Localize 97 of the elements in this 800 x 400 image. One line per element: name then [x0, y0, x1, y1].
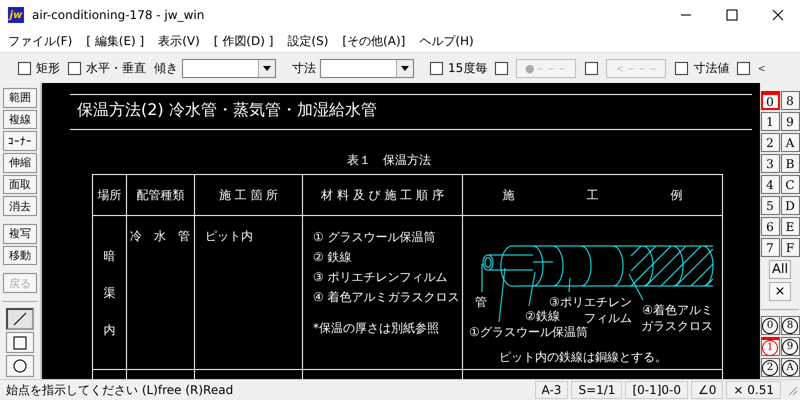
layer-button[interactable]: B: [780, 154, 800, 173]
procedure-step: ① グラスウール保温筒: [313, 227, 436, 247]
layer-button[interactable]: 0: [760, 91, 780, 110]
rect-tool-button[interactable]: [6, 332, 34, 354]
column-header: 施 工 箇 所: [195, 175, 303, 216]
column-header: 施 工 例: [463, 175, 723, 216]
checkbox-label: 矩形: [36, 60, 60, 76]
drawing-label: 管: [475, 294, 487, 310]
column-header: 材 料 及 び 施 工 順 序: [303, 175, 463, 216]
layer-group-button[interactable]: A: [780, 358, 800, 377]
layer-button[interactable]: 8: [780, 91, 800, 110]
tool-button[interactable]: 移動: [3, 246, 37, 266]
window-title: air-conditioning-178 - jw_win: [32, 8, 204, 22]
line-tool-button[interactable]: [6, 308, 34, 330]
dropdown-field[interactable]: [182, 58, 276, 78]
layer-button[interactable]: 5: [760, 196, 780, 215]
table-cell: ピット内: [205, 229, 253, 243]
layer-group-button[interactable]: 2: [760, 358, 780, 377]
checkbox[interactable]: [430, 62, 443, 74]
line-icon: [13, 312, 27, 326]
checkbox[interactable]: [585, 62, 598, 74]
menu-item[interactable]: [ 作図(D) ]: [214, 32, 274, 50]
status-field: S=1/1: [571, 381, 622, 399]
menu-item[interactable]: [ 編集(E) ]: [86, 32, 144, 50]
menu-item[interactable]: ヘルプ(H): [419, 32, 474, 50]
layer-group-button[interactable]: 0: [760, 316, 780, 335]
drawing-label: ガラスクロス: [641, 318, 713, 334]
layer-group-button[interactable]: 9: [780, 337, 800, 356]
close-icon[interactable]: [772, 9, 784, 21]
drawing-label: ②鉄線: [525, 308, 560, 324]
menu-item[interactable]: [その他(A)]: [342, 32, 406, 50]
circle-icon: [13, 359, 27, 374]
tool-button[interactable]: 伸縮: [3, 153, 37, 173]
column-header: 場所: [93, 175, 127, 216]
caret-icon: [263, 66, 271, 70]
tool-button[interactable]: 面取: [3, 174, 37, 194]
tool-button[interactable]: 複写: [3, 224, 37, 244]
tool-button[interactable]: 消去: [3, 196, 37, 216]
layer-button[interactable]: 2: [760, 133, 780, 152]
checkbox[interactable]: [675, 62, 688, 74]
layer-button[interactable]: 3: [760, 154, 780, 173]
toolbar-label: 寸法: [292, 60, 316, 76]
table-cell-text: 暗渠内: [104, 248, 116, 339]
status-message: 始点を指示してください (L)free (R)Read: [5, 382, 234, 398]
tool-button[interactable]: 複線: [3, 110, 37, 130]
menu-item[interactable]: 設定(S): [287, 32, 328, 50]
toolbar-label: 傾き: [154, 60, 178, 76]
checkbox-label: 水平・垂直: [86, 60, 146, 76]
column-header: 配管種類: [127, 175, 195, 216]
menu-item[interactable]: 表示(V): [158, 32, 200, 50]
dropdown-field[interactable]: [320, 58, 414, 78]
circle-tool-button[interactable]: [6, 355, 34, 377]
status-field: [0-1]0-0: [625, 381, 688, 399]
resize-grip-icon: [786, 384, 798, 396]
layer-button[interactable]: D: [780, 196, 800, 215]
layer-button[interactable]: A: [780, 133, 800, 152]
drawing-label: ③ポリエチレン: [549, 294, 632, 310]
status-field: ∠0: [691, 381, 724, 399]
table-note: *保温の厚さは別紙参照: [313, 320, 439, 337]
checkbox-label: 寸法値: [693, 60, 730, 76]
checkbox[interactable]: [495, 62, 508, 74]
table-caption: 表１ 保温方法: [347, 152, 431, 169]
drawing-label: ①グラスウール保温筒: [469, 324, 588, 340]
layer-button[interactable]: ×: [769, 282, 791, 301]
procedure-step: ③ ポリエチレンフィルム: [313, 267, 448, 287]
table-cell: 冷 水 管: [130, 229, 190, 243]
menu-item[interactable]: ファイル(F): [8, 32, 72, 50]
layer-group-button[interactable]: 8: [780, 316, 800, 335]
layer-group-button[interactable]: 1: [760, 337, 780, 356]
layer-button[interactable]: C: [780, 175, 800, 194]
checkbox-label: 15度毎: [448, 60, 488, 76]
procedure-step: ② 鉄線: [313, 247, 352, 267]
tool-button[interactable]: 範囲: [3, 88, 37, 108]
drawing-heading: 保温方法(2) 冷水管・蒸気管・加湿給水管: [77, 100, 377, 121]
layer-button[interactable]: All: [769, 260, 791, 279]
layer-button[interactable]: F: [780, 238, 800, 257]
square-icon: [13, 336, 27, 350]
drawing-note: ピット内の鉄線は銅線とする。: [499, 349, 667, 366]
layer-button[interactable]: 1: [760, 112, 780, 131]
tool-button[interactable]: ｺｰﾅｰ: [3, 131, 37, 152]
caret-icon: [401, 66, 409, 70]
checkbox[interactable]: [68, 62, 81, 74]
procedure-step: ④ 着色アルミガラスクロス: [313, 287, 460, 307]
layer-button[interactable]: E: [780, 217, 800, 236]
status-field: × 0.51: [726, 381, 781, 399]
checkbox[interactable]: [737, 62, 750, 74]
drawing-label: フィルム: [584, 310, 632, 326]
drawing-label: ④着色アルミ: [642, 302, 713, 318]
status-field: A-3: [534, 381, 568, 399]
layer-button[interactable]: 6: [760, 217, 780, 236]
layer-button[interactable]: 7: [760, 238, 780, 257]
layer-button[interactable]: 9: [780, 112, 800, 131]
checkbox[interactable]: [18, 62, 31, 74]
maximize-icon[interactable]: [726, 9, 738, 21]
app-logo-icon: jw: [8, 7, 24, 23]
layer-button[interactable]: 4: [760, 175, 780, 194]
checkbox-label: ＜: [755, 60, 768, 76]
